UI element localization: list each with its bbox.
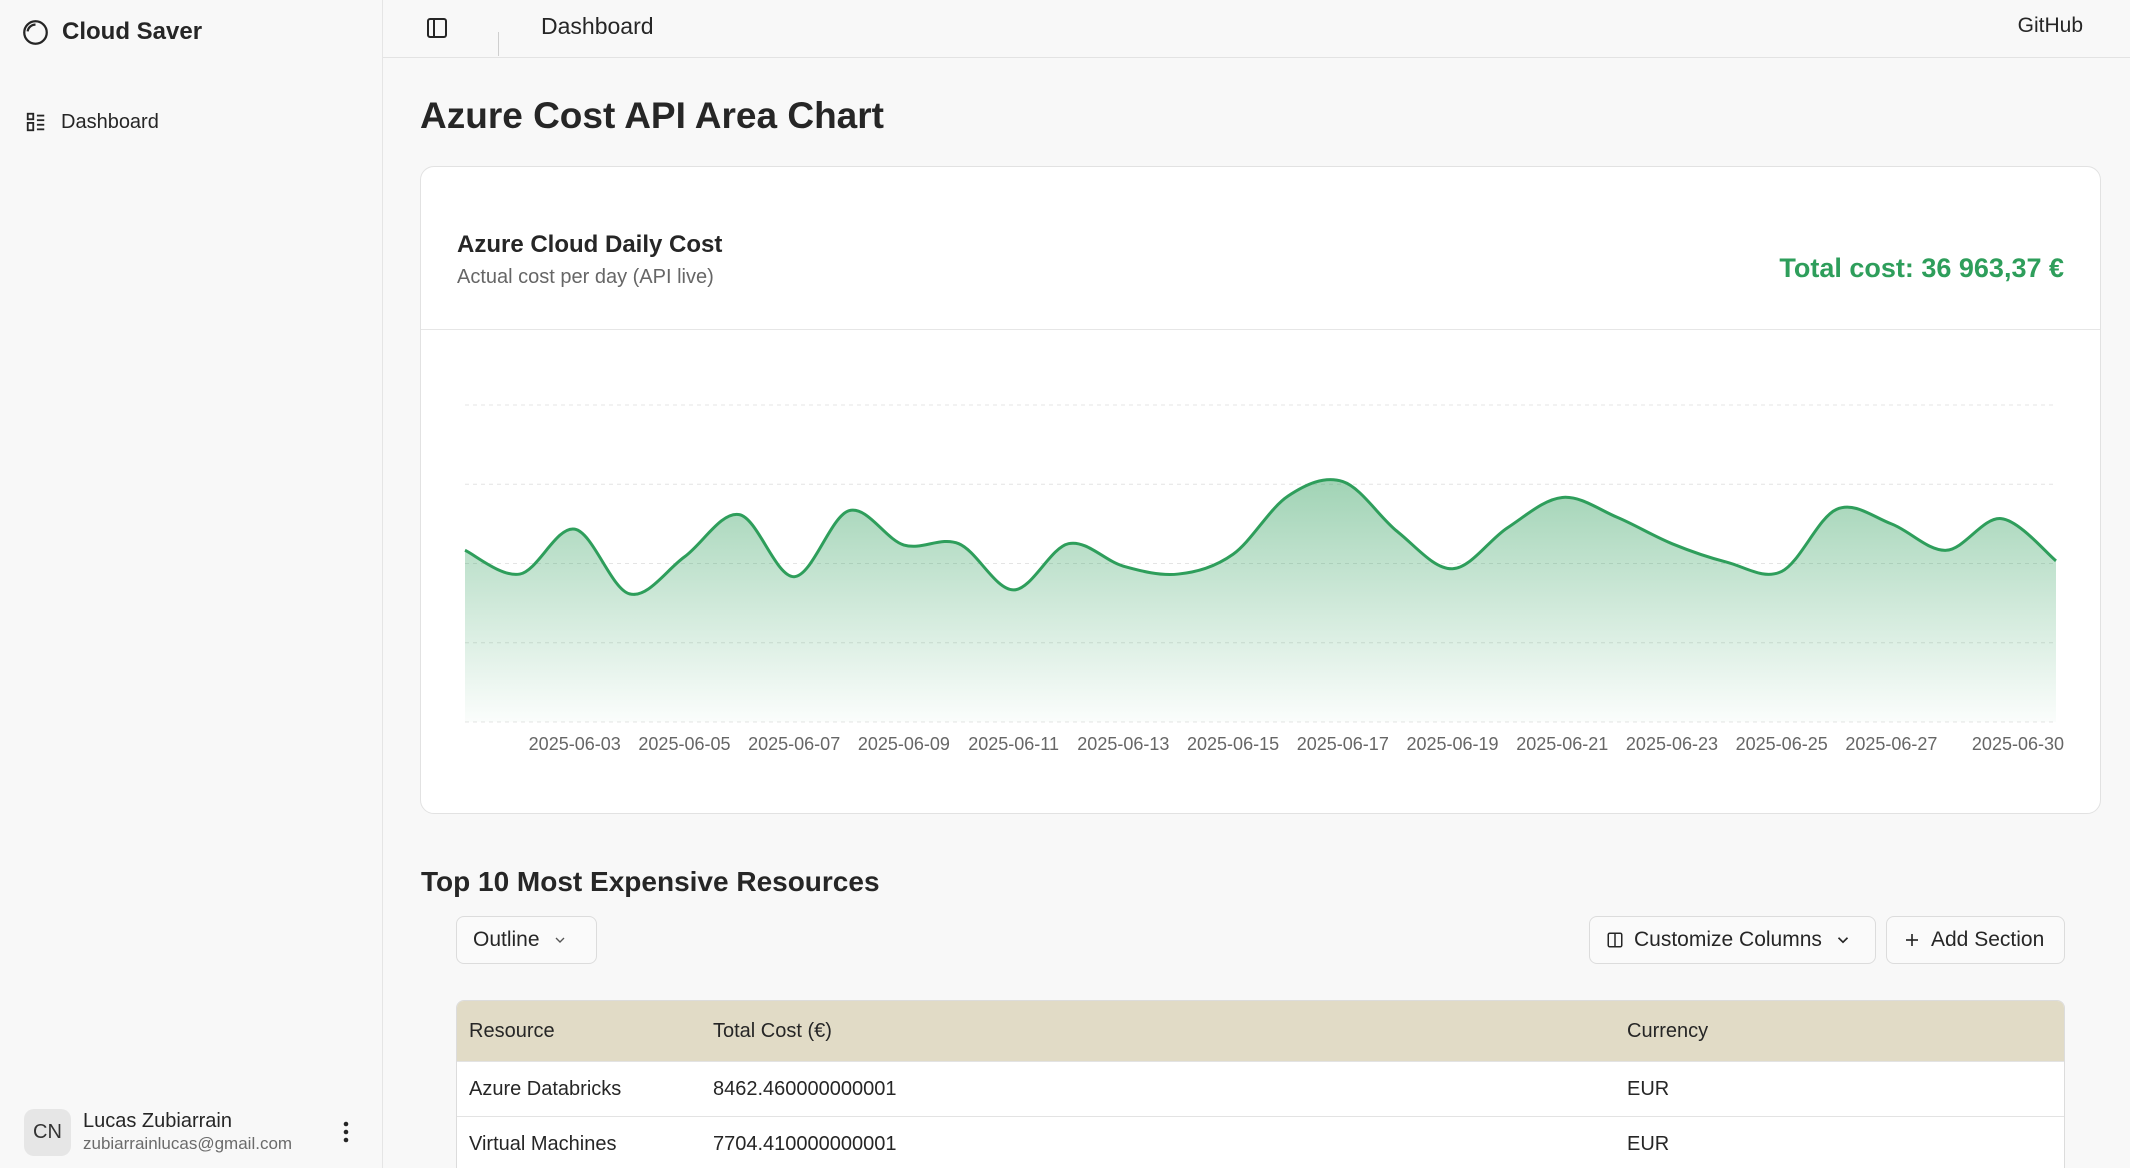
chevron-down-icon (555, 937, 565, 943)
data-point[interactable] (1834, 506, 1840, 512)
cost-chart-card: Azure Cloud Daily Cost Actual cost per d… (420, 166, 2101, 814)
data-point[interactable] (1504, 525, 1510, 531)
x-tick-label: 2025-06-30 (1972, 734, 2064, 754)
data-point[interactable] (1065, 541, 1071, 547)
data-point[interactable] (1779, 568, 1785, 574)
section-title: Top 10 Most Expensive Resources (421, 866, 880, 897)
user-name: Lucas Zubiarrain (83, 1110, 232, 1132)
total-cost: Total cost: 36 963,37 € (1779, 253, 2064, 283)
github-link[interactable]: GitHub (2018, 14, 2083, 38)
x-tick-label: 2025-06-25 (1736, 734, 1828, 754)
customize-columns-label: Customize Columns (1634, 928, 1822, 951)
table-cell: Virtual Machines (469, 1132, 617, 1155)
data-point[interactable] (1175, 571, 1181, 577)
x-tick-label: 2025-06-03 (529, 734, 621, 754)
data-point[interactable] (1724, 559, 1730, 565)
divider (498, 32, 499, 56)
data-point[interactable] (572, 526, 578, 532)
data-point[interactable] (1559, 494, 1565, 500)
table-cell: EUR (1627, 1132, 1670, 1155)
data-point[interactable] (462, 547, 468, 553)
x-tick-label: 2025-06-21 (1516, 734, 1608, 754)
data-point[interactable] (1230, 551, 1236, 557)
view-select[interactable]: Outline (456, 916, 597, 964)
data-point[interactable] (956, 541, 962, 547)
panel-left-icon (427, 18, 447, 38)
chevron-down-icon (1837, 937, 1848, 944)
card-subtitle: Actual cost per day (API live) (457, 266, 714, 288)
data-point[interactable] (681, 554, 687, 560)
data-point[interactable] (791, 574, 797, 580)
table-cell: 7704.410000000001 (713, 1132, 897, 1155)
user-email: zubiarrainlucas@gmail.com (83, 1134, 293, 1153)
user-menu[interactable]: CN Lucas Zubiarrain zubiarrainlucas@gmai… (24, 1102, 358, 1162)
data-point[interactable] (1450, 566, 1456, 572)
topbar: Dashboard GitHub (383, 0, 2130, 58)
data-point[interactable] (846, 508, 852, 514)
view-select-value: Outline (473, 928, 540, 951)
data-point[interactable] (901, 542, 907, 548)
table-header-row: Resource Total Cost (€) Currency (457, 1001, 2064, 1062)
data-point[interactable] (627, 591, 633, 597)
data-point[interactable] (1943, 547, 1949, 553)
more-vertical-icon[interactable] (334, 1117, 358, 1147)
table-cell: 8462.460000000001 (713, 1077, 897, 1100)
columns-icon (1607, 932, 1623, 948)
sidebar: Cloud Saver Dashboard CN Lucas Zubiarrai… (0, 0, 383, 1168)
resources-table: Resource Total Cost (€) Currency Azure D… (456, 1000, 2065, 1168)
page-title: Azure Cost API Area Chart (420, 95, 884, 136)
app-root: Cloud Saver Dashboard CN Lucas Zubiarrai… (0, 0, 2130, 1168)
column-header[interactable]: Total Cost (€) (713, 1020, 1627, 1043)
add-section-button[interactable]: Add Section (1886, 916, 2065, 964)
x-tick-label: 2025-06-17 (1297, 734, 1389, 754)
table-row[interactable]: Virtual Machines 7704.410000000001 EUR (457, 1117, 2064, 1168)
table-cell: Azure Databricks (469, 1077, 622, 1100)
main-content: Dashboard GitHub Azure Cost API Area Cha… (383, 0, 2130, 1168)
table-row[interactable]: Azure Databricks 8462.460000000001 EUR (457, 1062, 2064, 1117)
avatar: CN (24, 1108, 71, 1156)
x-tick-label: 2025-06-23 (1626, 734, 1718, 754)
plus-icon (1906, 934, 1918, 946)
data-point[interactable] (517, 571, 523, 577)
data-point[interactable] (1888, 521, 1894, 527)
data-point[interactable] (736, 512, 742, 518)
x-tick-label: 2025-06-09 (858, 734, 950, 754)
brand-logo-icon (23, 19, 48, 45)
x-tick-label: 2025-06-07 (748, 734, 840, 754)
x-tick-label: 2025-06-05 (638, 734, 730, 754)
x-tick-label: 2025-06-13 (1077, 734, 1169, 754)
column-header[interactable]: Currency (1627, 1020, 2064, 1043)
data-point[interactable] (1998, 516, 2004, 522)
card-header: Azure Cloud Daily Cost Actual cost per d… (421, 167, 2100, 330)
data-point[interactable] (1614, 514, 1620, 520)
brand[interactable]: Cloud Saver (0, 0, 382, 64)
table-cell: EUR (1627, 1077, 1670, 1100)
data-point[interactable] (1120, 563, 1126, 569)
x-tick-label: 2025-06-11 (968, 734, 1059, 754)
customize-columns-button[interactable]: Customize Columns (1589, 916, 1876, 964)
data-point[interactable] (1395, 529, 1401, 535)
data-point[interactable] (2053, 558, 2059, 564)
x-tick-label: 2025-06-19 (1406, 734, 1498, 754)
sidebar-item-label: Dashboard (61, 110, 159, 133)
data-point[interactable] (1340, 479, 1346, 485)
breadcrumb: Dashboard (541, 13, 654, 39)
list-dashboard-icon (26, 112, 45, 132)
x-tick-label: 2025-06-15 (1187, 734, 1279, 754)
column-header[interactable]: Resource (457, 1020, 713, 1043)
sidebar-toggle-button[interactable] (423, 14, 451, 42)
add-section-label: Add Section (1931, 928, 2045, 951)
card-title: Azure Cloud Daily Cost (457, 231, 723, 258)
area-chart[interactable]: 2025-06-03 2025-06-05 2025-06-07 2025-06-09… (421, 330, 2100, 813)
data-point[interactable] (1011, 587, 1017, 593)
data-point[interactable] (1669, 541, 1675, 547)
x-tick-label: 2025-06-27 (1845, 734, 1937, 754)
area-fill (465, 479, 2056, 722)
sidebar-item-dashboard[interactable]: Dashboard (0, 104, 382, 140)
brand-name: Cloud Saver (62, 18, 203, 45)
data-point[interactable] (1285, 493, 1291, 499)
